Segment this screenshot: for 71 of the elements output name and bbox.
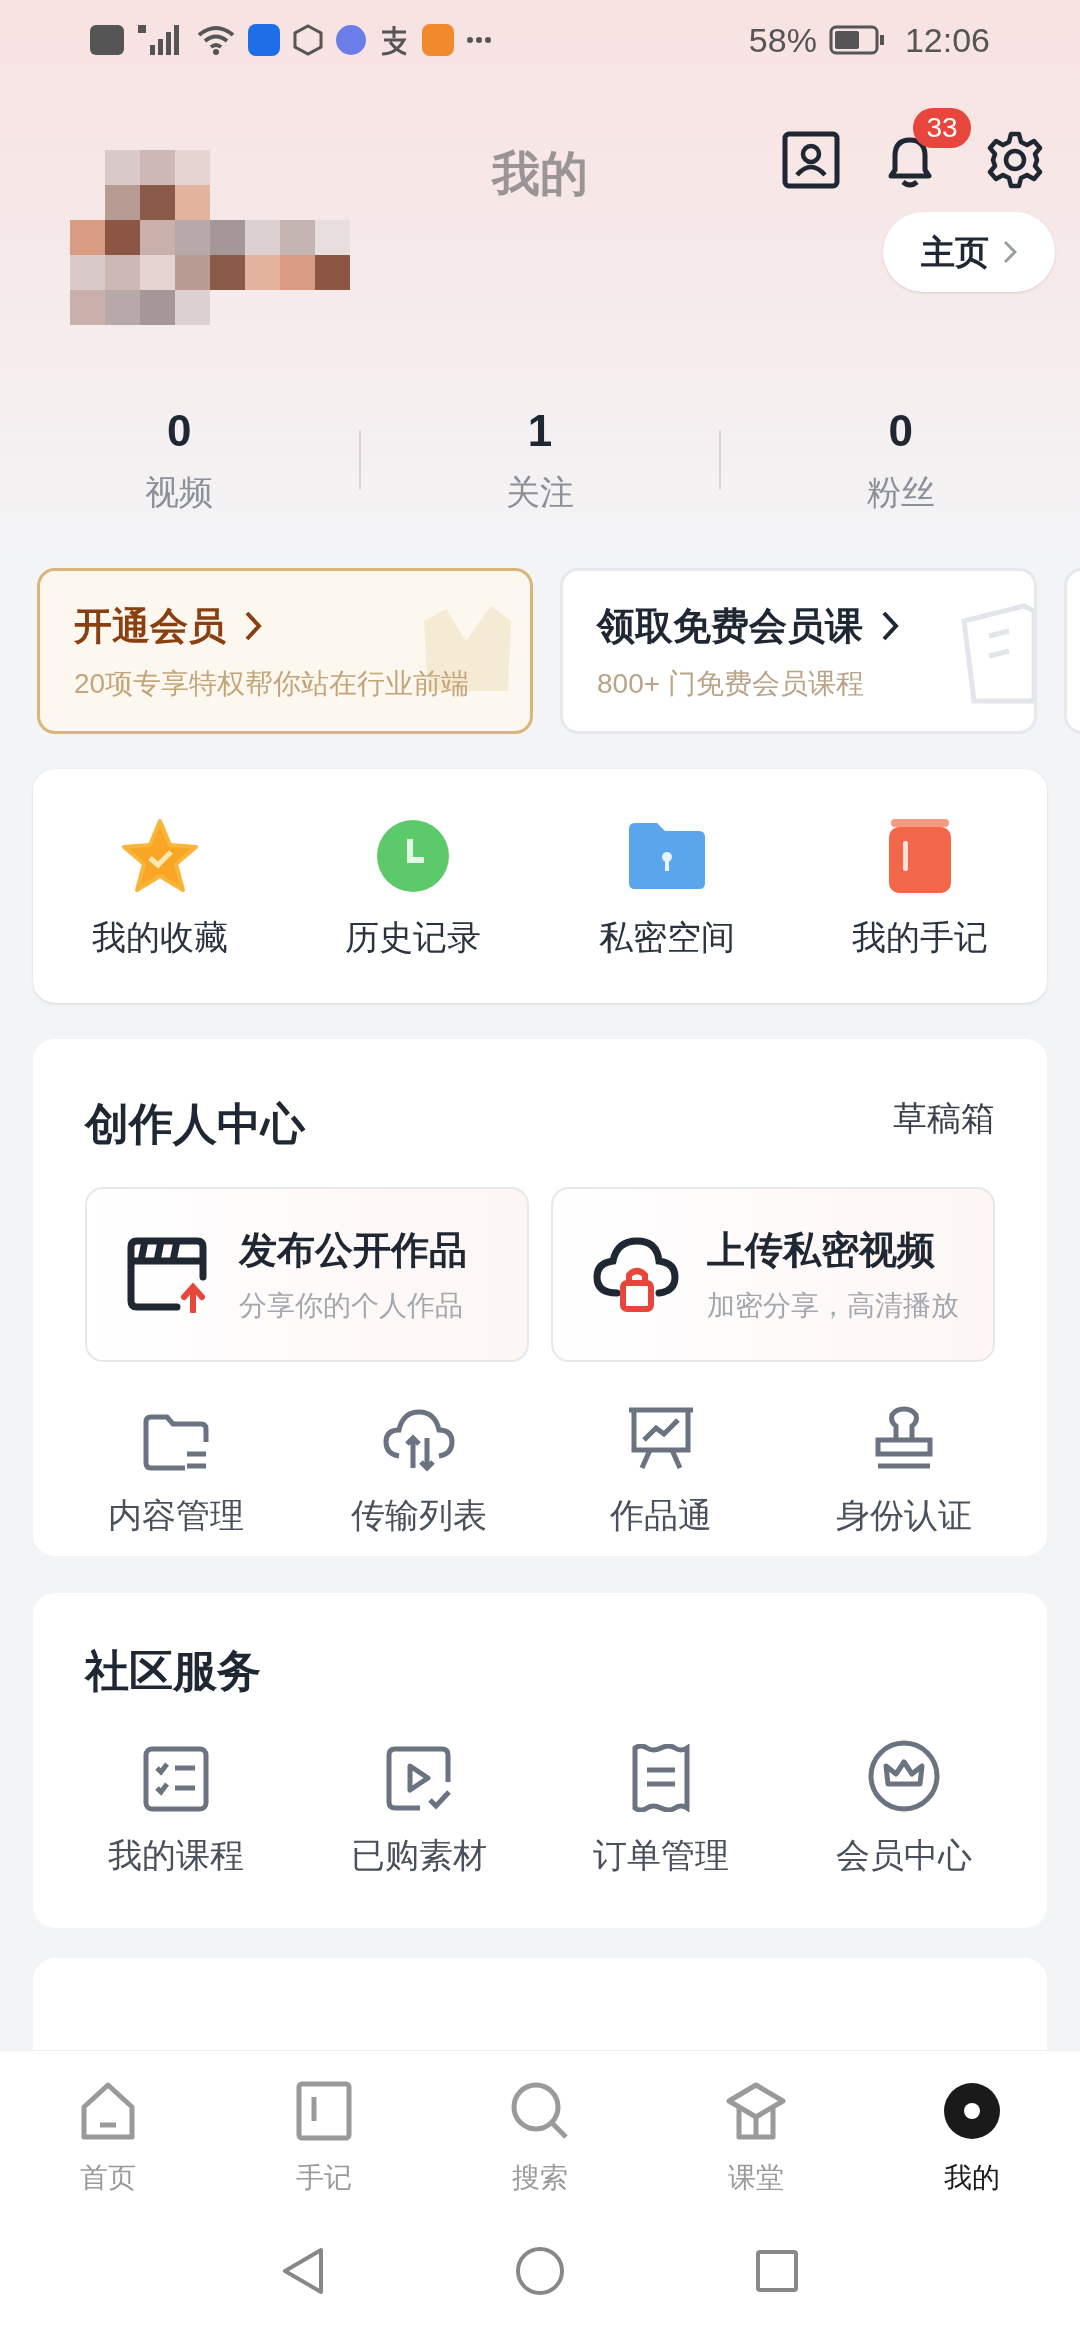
app-icon (248, 24, 280, 56)
cloud-transfer-icon (382, 1408, 455, 1472)
home-circle-icon (515, 2246, 565, 2296)
publish-card[interactable]: 发布公开作品 分享你的个人作品 (85, 1187, 529, 1362)
card-title: 发布公开作品 (239, 1228, 467, 1273)
tool-item[interactable]: 传输列表 (297, 1402, 540, 1541)
shortcut-item[interactable]: 我的手记 (793, 809, 1047, 963)
section-title: 创作人中心 (85, 1098, 305, 1150)
tool-item[interactable]: 内容管理 (55, 1402, 298, 1541)
notification-button[interactable]: 33 (883, 108, 975, 190)
folder-icon (143, 1414, 210, 1472)
battery-icon (828, 25, 885, 55)
stat-label: 粉丝 (866, 472, 935, 513)
drafts-link[interactable]: 草稿箱 (893, 1092, 995, 1144)
profile-card-button[interactable] (781, 130, 841, 190)
publish-card[interactable]: 上传私密视频 加密分享，高清播放 (551, 1187, 995, 1362)
service-item[interactable]: 会员中心 (782, 1740, 1025, 1881)
stat-value: 0 (167, 405, 192, 457)
profile-card-icon (782, 131, 840, 189)
membership-card[interactable]: 领取免费会员课 800+ 门免费会员课程 (560, 568, 1037, 734)
tool-item[interactable]: 身份认证 (782, 1402, 1025, 1541)
square-icon (755, 2249, 799, 2293)
settings-button[interactable] (985, 130, 1045, 190)
stat-label: 关注 (506, 472, 574, 513)
hd-icon (90, 25, 124, 55)
chevron-right-icon (1003, 240, 1017, 264)
page-title: 我的 (492, 146, 588, 202)
card-subtitle: 800+ 门免费会员课程 (597, 666, 864, 701)
card-title: 领取免费会员课 (597, 597, 899, 655)
wifi-icon (196, 24, 236, 56)
service-item[interactable]: 已购素材 (297, 1740, 540, 1881)
stat-label: 视频 (145, 472, 214, 513)
stat-value: 0 (888, 405, 913, 457)
video-app-icon (422, 24, 454, 56)
service-item[interactable]: 订单管理 (540, 1740, 783, 1881)
receipt-icon (631, 1744, 692, 1812)
stat-value: 1 (527, 405, 553, 457)
tool-item[interactable]: 作品通 (540, 1402, 783, 1541)
nav-tab[interactable]: 我的 (864, 2051, 1080, 2221)
clock-time: 12:06 (904, 19, 990, 61)
back-icon (281, 2246, 325, 2296)
section-title: 社区服务 (85, 1645, 262, 1697)
star-icon (119, 817, 200, 894)
back-button[interactable] (281, 2246, 325, 2296)
card-title: 开通会员 (74, 597, 262, 655)
crown-circle-icon (867, 1740, 940, 1812)
folder-lock-icon (626, 820, 707, 891)
service-item[interactable]: 我的课程 (55, 1740, 298, 1881)
recents-button[interactable] (755, 2249, 799, 2293)
card-subtitle: 加密分享，高清播放 (707, 1289, 959, 1323)
chevron-right-icon (881, 610, 899, 642)
search-icon (510, 2081, 570, 2141)
shortcut-item[interactable]: 历史记录 (286, 809, 540, 963)
chevron-right-icon (244, 610, 262, 642)
membership-card[interactable]: 开通会员 20项专享特权帮你站在行业前端 (37, 568, 533, 734)
video-check-icon (385, 1746, 452, 1812)
checklist-icon (143, 1746, 210, 1812)
home-page-button[interactable]: 主页 (883, 212, 1055, 292)
shortcut-item[interactable]: 私密空间 (540, 809, 794, 963)
notebook-icon (296, 2081, 352, 2141)
settings-icon (985, 130, 1045, 190)
card-title: 上传私密视频 (707, 1228, 936, 1273)
profile-dot-icon (942, 2081, 1002, 2141)
card-subtitle: 20项专享特权帮你站在行业前端 (74, 666, 470, 701)
shortcut-item[interactable]: 我的收藏 (33, 809, 287, 963)
notebook-icon (887, 816, 954, 895)
card-subtitle: 分享你的个人作品 (239, 1289, 464, 1323)
graduation-cap-icon (725, 2081, 787, 2141)
battery-percent: 58% (748, 19, 817, 61)
more-icon (466, 36, 492, 44)
home-button[interactable] (515, 2246, 565, 2296)
